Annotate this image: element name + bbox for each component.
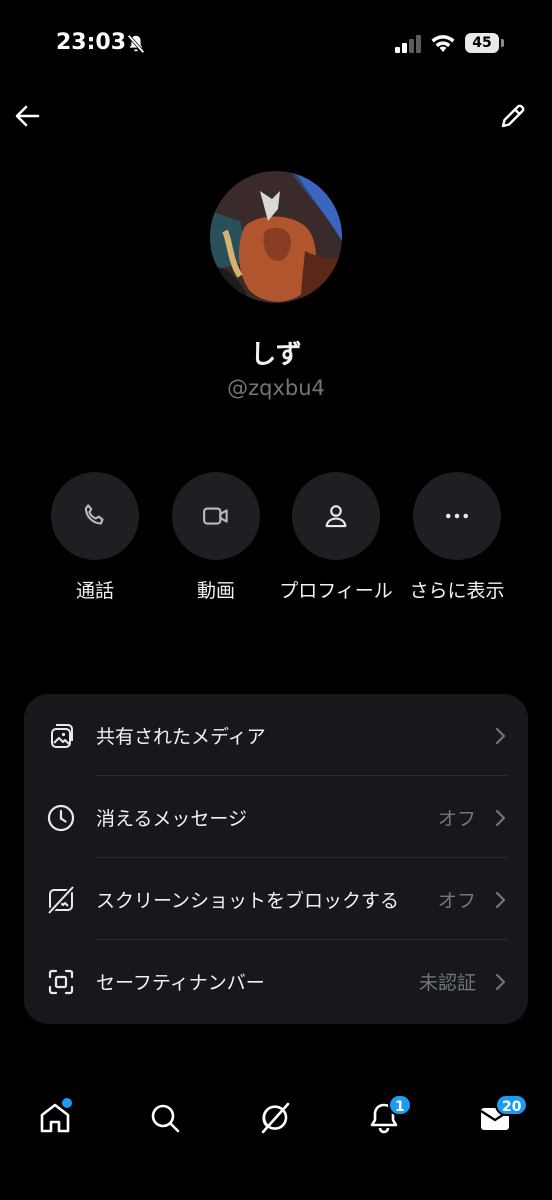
safety-number-label: セーフティナンバー bbox=[96, 972, 265, 994]
more-button[interactable] bbox=[413, 472, 501, 560]
settings-row-safety-number[interactable]: セーフティナンバー 未認証 bbox=[24, 940, 528, 1022]
block-screenshots-value: オフ bbox=[437, 890, 476, 912]
video-action[interactable]: 動画 bbox=[156, 472, 276, 604]
edit-button[interactable] bbox=[495, 98, 531, 134]
call-label: 通話 bbox=[75, 580, 114, 602]
call-button[interactable] bbox=[51, 472, 139, 560]
more-label: さらに表示 bbox=[409, 580, 505, 602]
person-icon bbox=[325, 505, 347, 528]
chevron-right-icon bbox=[495, 727, 506, 745]
status-time: 23:03 bbox=[56, 30, 127, 55]
tab-home[interactable] bbox=[35, 1098, 75, 1138]
tab-messages[interactable]: 20 bbox=[475, 1094, 529, 1138]
battery-icon: 45 bbox=[465, 33, 504, 53]
bell-slash-icon bbox=[127, 34, 145, 54]
avatar[interactable] bbox=[210, 171, 342, 303]
settings-row-block-screenshots[interactable]: スクリーンショットをブロックする オフ bbox=[24, 858, 528, 940]
pencil-icon bbox=[501, 104, 525, 128]
user-handle: @zqxbu4 bbox=[227, 376, 325, 400]
shared-media-label: 共有されたメディア bbox=[96, 726, 266, 748]
display-name: しず bbox=[250, 340, 302, 370]
phone-icon bbox=[84, 504, 104, 525]
notifications-badge: 1 bbox=[388, 1094, 412, 1116]
tab-bar: 1 20 bbox=[0, 1080, 552, 1160]
tab-grok[interactable] bbox=[255, 1098, 295, 1138]
search-icon bbox=[151, 1104, 180, 1133]
avatar-image bbox=[210, 171, 342, 303]
back-button[interactable] bbox=[10, 98, 46, 134]
profile-button[interactable] bbox=[292, 472, 380, 560]
arrow-left-icon bbox=[15, 105, 40, 127]
settings-card: 共有されたメディア 消えるメッセージ オフ スクリーンショットをブロックする オ… bbox=[24, 694, 528, 1024]
block-screenshots-label: スクリーンショットをブロックする bbox=[96, 890, 400, 912]
settings-row-disappearing-messages[interactable]: 消えるメッセージ オフ bbox=[24, 776, 528, 858]
no-screenshot-icon bbox=[47, 885, 75, 915]
scan-icon bbox=[48, 969, 74, 995]
profile-label: プロフィール bbox=[279, 580, 393, 602]
settings-row-shared-media[interactable]: 共有されたメディア bbox=[24, 694, 528, 776]
chevron-right-icon bbox=[495, 891, 506, 909]
disappearing-messages-label: 消えるメッセージ bbox=[96, 808, 248, 830]
safety-number-value: 未認証 bbox=[418, 972, 476, 994]
disappearing-messages-value: オフ bbox=[437, 808, 476, 830]
profile-action[interactable]: プロフィール bbox=[276, 472, 396, 604]
media-icon bbox=[51, 724, 73, 748]
chevron-right-icon bbox=[495, 809, 506, 827]
video-button[interactable] bbox=[172, 472, 260, 560]
video-label: 動画 bbox=[196, 580, 235, 602]
more-action[interactable]: さらに表示 bbox=[397, 472, 517, 604]
wifi-icon bbox=[431, 35, 455, 52]
video-icon bbox=[203, 507, 228, 525]
clock-icon bbox=[47, 804, 75, 832]
home-unread-dot bbox=[62, 1098, 72, 1108]
signal-icon bbox=[395, 35, 421, 53]
status-bar: 23:03 45 bbox=[0, 0, 552, 90]
chevron-right-icon bbox=[495, 973, 506, 991]
more-icon bbox=[446, 513, 468, 519]
tab-search[interactable] bbox=[145, 1098, 185, 1138]
messages-badge: 20 bbox=[495, 1094, 529, 1116]
call-action[interactable]: 通話 bbox=[35, 472, 155, 604]
tab-notifications[interactable]: 1 bbox=[364, 1094, 412, 1138]
grok-icon bbox=[261, 1102, 290, 1134]
